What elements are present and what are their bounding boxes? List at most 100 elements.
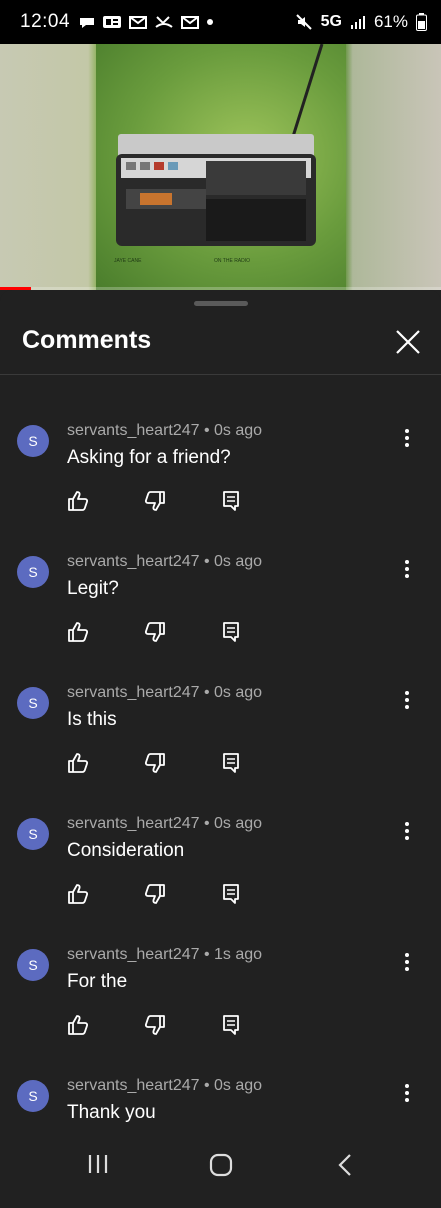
status-time: 12:04: [20, 11, 71, 32]
more-options-button[interactable]: [397, 688, 417, 712]
comment-meta: servants_heart247 • 1s ago: [67, 946, 262, 964]
meta-separator: •: [199, 422, 215, 439]
dislike-button[interactable]: [144, 752, 166, 774]
more-options-icon: [405, 691, 409, 709]
reply-icon: [223, 622, 239, 642]
comment-actions: [67, 752, 298, 774]
comment-text: Thank you: [67, 1102, 156, 1123]
dislike-button[interactable]: [144, 1014, 166, 1036]
recent-apps-icon: [88, 1155, 108, 1173]
chat-icon: [80, 18, 95, 28]
avatar[interactable]: S: [17, 818, 49, 850]
comment-meta: servants_heart247 • 0s ago: [67, 1077, 262, 1095]
network-label: 5G: [320, 13, 342, 30]
like-button[interactable]: [67, 490, 89, 512]
album-art: JAYE CANE ON THE RADIO: [96, 44, 346, 290]
comment-time: 0s ago: [214, 1077, 263, 1094]
comment-time: 0s ago: [214, 684, 263, 701]
divider: [0, 374, 441, 375]
comment-text: Asking for a friend?: [67, 447, 231, 468]
comments-sheet: Comments Sservants_heart247 • 0s ago Aski…: [0, 290, 441, 1200]
reply-button[interactable]: [221, 490, 243, 512]
reply-button[interactable]: [221, 752, 243, 774]
status-bar: 12:04 5G 61%: [0, 0, 441, 44]
comment-author[interactable]: servants_heart247: [67, 946, 200, 963]
avatar[interactable]: S: [17, 425, 49, 457]
more-options-button[interactable]: [397, 1081, 417, 1105]
avatar[interactable]: S: [17, 949, 49, 981]
more-options-button[interactable]: [397, 426, 417, 450]
dislike-button[interactable]: [144, 490, 166, 512]
like-button[interactable]: [67, 1014, 89, 1036]
like-button[interactable]: [67, 752, 89, 774]
meta-separator: •: [199, 946, 215, 963]
comment-actions: [67, 1014, 298, 1036]
comment-actions: [67, 490, 298, 512]
avatar[interactable]: S: [17, 687, 49, 719]
news-icon: [103, 16, 122, 28]
comment-meta: servants_heart247 • 0s ago: [67, 815, 262, 833]
radio-illustration: JAYE CANE ON THE RADIO: [114, 44, 324, 264]
dislike-button[interactable]: [144, 621, 166, 643]
comment-author[interactable]: servants_heart247: [67, 422, 200, 439]
reply-button[interactable]: [221, 621, 243, 643]
comment-author[interactable]: servants_heart247: [67, 815, 200, 832]
meta-separator: •: [199, 553, 215, 570]
comment-author[interactable]: servants_heart247: [67, 1077, 200, 1094]
more-options-icon: [405, 822, 409, 840]
reply-icon: [223, 884, 239, 904]
recent-apps-button[interactable]: [86, 1152, 116, 1178]
signal-icon: [350, 16, 365, 29]
dislike-icon: [144, 622, 165, 642]
nav-bar: [0, 1130, 441, 1200]
back-button[interactable]: [334, 1152, 364, 1178]
comment-actions: [67, 883, 298, 905]
like-icon: [68, 884, 89, 904]
video-player[interactable]: JAYE CANE ON THE RADIO: [0, 44, 441, 290]
more-options-icon: [405, 1084, 409, 1102]
close-button[interactable]: [392, 326, 424, 358]
comment-text: For the: [67, 971, 128, 992]
sheet-title: Comments: [22, 326, 152, 354]
svg-text:JAYE CANE: JAYE CANE: [114, 258, 142, 264]
like-button[interactable]: [67, 883, 89, 905]
comment-item: Sservants_heart247 • 0s ago Is this: [0, 684, 441, 815]
more-options-button[interactable]: [397, 950, 417, 974]
like-button[interactable]: [67, 621, 89, 643]
avatar[interactable]: S: [17, 556, 49, 588]
avatar[interactable]: S: [17, 1080, 49, 1112]
more-options-button[interactable]: [397, 557, 417, 581]
drag-handle[interactable]: [194, 301, 248, 306]
mute-icon: [295, 14, 312, 30]
meta-separator: •: [199, 684, 215, 701]
comment-meta: servants_heart247 • 0s ago: [67, 553, 262, 571]
back-icon: [338, 1154, 351, 1176]
comment-item: Sservants_heart247 • 0s ago Consideration: [0, 815, 441, 946]
comment-time: 0s ago: [214, 815, 263, 832]
dislike-button[interactable]: [144, 883, 166, 905]
dislike-icon: [144, 491, 165, 511]
like-icon: [68, 753, 89, 773]
comment-item: Sservants_heart247 • 1s ago For the: [0, 946, 441, 1077]
home-icon: [209, 1153, 233, 1177]
comment-text: Is this: [67, 709, 117, 730]
comment-author[interactable]: servants_heart247: [67, 684, 200, 701]
home-button[interactable]: [208, 1152, 238, 1178]
more-options-button[interactable]: [397, 819, 417, 843]
reply-icon: [223, 753, 239, 773]
comment-author[interactable]: servants_heart247: [67, 553, 200, 570]
like-icon: [68, 1015, 89, 1035]
comment-item: Sservants_heart247 • 0s ago Legit?: [0, 553, 441, 684]
battery-icon: [416, 13, 427, 31]
reply-icon: [223, 1015, 239, 1035]
comment-item: Sservants_heart247 • 0s ago Asking for a …: [0, 422, 441, 553]
missed-call-icon: [155, 16, 173, 28]
more-options-icon: [405, 429, 409, 447]
reply-button[interactable]: [221, 1014, 243, 1036]
more-options-icon: [405, 560, 409, 578]
comment-actions: [67, 621, 298, 643]
dislike-icon: [144, 1015, 165, 1035]
reply-button[interactable]: [221, 883, 243, 905]
meta-separator: •: [199, 1077, 215, 1094]
dislike-icon: [144, 884, 165, 904]
